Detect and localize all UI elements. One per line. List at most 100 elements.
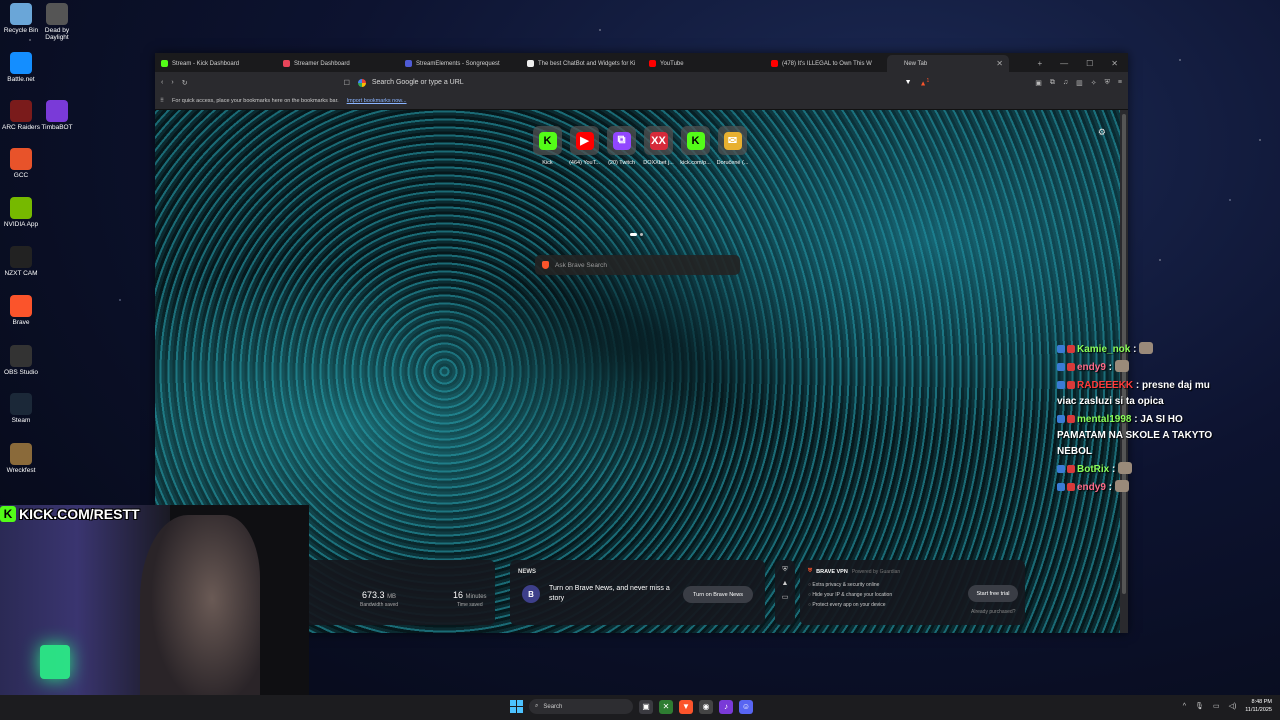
vpn-title: ⛨ BRAVE VPN Powered by Guardian (808, 568, 901, 575)
new-tab-icon[interactable]: + (1037, 59, 1042, 68)
news-widget: NEWS B Turn on Brave News, and never mis… (510, 560, 765, 625)
turn-on-news-button[interactable]: Turn on Brave News (683, 586, 753, 603)
chat-username: mental1998 (1077, 414, 1132, 425)
top-site-tile[interactable]: ▶ (464) YouT... (569, 126, 600, 166)
clock[interactable]: 8:48 PM 11/11/2025 (1245, 698, 1272, 714)
browser-tab[interactable]: The best ChatBot and Widgets for Ki (521, 55, 643, 72)
extensions-icon[interactable]: ⧉ (1050, 79, 1055, 87)
desktop-icon[interactable]: Battle.net (2, 52, 40, 83)
brave-search-box[interactable]: Ask Brave Search (535, 255, 740, 275)
tab-favicon-icon (283, 60, 290, 67)
top-site-label: (464) YouT... (569, 160, 600, 166)
window-controls: + — ☐ ✕ (1037, 55, 1128, 72)
tab-bar: Stream - Kick Dashboard Streamer Dashboar… (155, 53, 1128, 72)
webcam-overlay (0, 505, 309, 720)
close-tab-icon[interactable]: ✕ (996, 59, 1003, 68)
desktop-icon[interactable]: ARC Raiders (2, 100, 40, 131)
timbabot-taskbar-icon[interactable]: ♪ (719, 699, 733, 714)
desktop-icon[interactable]: NZXT CAM (2, 246, 40, 277)
browser-tab[interactable]: Streamer Dashboard (277, 55, 399, 72)
recycle-bin-icon (10, 3, 32, 25)
brave-shields-icon[interactable]: ▼ (905, 79, 912, 86)
desktop-icon[interactable]: Dead by Daylight (38, 3, 76, 41)
brave-taskbar-icon[interactable]: ▼ (679, 699, 693, 714)
chat-overlay: Kamie_nok : endy9 : RADEEEKK : presne da… (1057, 342, 1227, 498)
volume-icon[interactable]: ◁) (1229, 702, 1237, 710)
menu-icon[interactable]: ≡ (1118, 79, 1122, 86)
wallet-icon[interactable]: ▣ (1035, 79, 1042, 87)
browser-tab[interactable]: Stream - Kick Dashboard (155, 55, 277, 72)
already-purchased-link[interactable]: Already purchased? (971, 609, 1015, 615)
top-site-label: Doručené (... (716, 160, 749, 166)
minimize-icon[interactable]: — (1060, 59, 1068, 68)
desktop-icon[interactable]: Recycle Bin (2, 3, 40, 34)
sidebar-icon[interactable]: ▥ (1076, 79, 1083, 87)
top-site-tile[interactable]: XX DOXXbet j... (643, 126, 674, 166)
back-icon[interactable]: ‹ (161, 79, 163, 86)
talk-tab-icon[interactable]: ▭ (775, 593, 795, 601)
xbox-icon[interactable]: ✕ (659, 699, 673, 714)
close-window-icon[interactable]: ✕ (1111, 59, 1118, 68)
desktop-icon-label: OBS Studio (4, 369, 38, 376)
brave-rewards-icon[interactable]: ▲1 (920, 78, 930, 87)
maximize-icon[interactable]: ☐ (1086, 59, 1093, 68)
network-icon[interactable]: ▭ (1213, 702, 1220, 710)
discord-icon[interactable]: ☺ (739, 699, 753, 714)
tab-favicon-icon (771, 60, 778, 67)
vpn-widget: ⛨BRAVE VPNPowered by Guardian Extra priv… (800, 560, 1025, 625)
address-bar[interactable]: Search Google or type a URL (357, 75, 897, 90)
top-site-label: (20) Twitch (608, 160, 635, 166)
chat-username: endy9 (1077, 482, 1106, 493)
steam-icon (10, 393, 32, 415)
task-view-icon[interactable]: ▣ (639, 699, 653, 714)
tab-favicon-icon (161, 60, 168, 67)
browser-tab[interactable]: StreamElements - Songrequest (399, 55, 521, 72)
desktop-icon[interactable]: Steam (2, 393, 40, 424)
media-icon[interactable]: ♫ (1063, 79, 1068, 86)
start-free-trial-button[interactable]: Start free trial (968, 585, 1018, 602)
chat-message: Kamie_nok : (1057, 342, 1227, 358)
bookmark-icon[interactable]: ☐ (344, 79, 350, 87)
badge-icon (1067, 483, 1075, 491)
obs-taskbar-icon[interactable]: ◉ (699, 699, 713, 714)
tab-title: Stream - Kick Dashboard (172, 60, 240, 67)
tab-title: The best ChatBot and Widgets for Ki (538, 60, 636, 67)
vpn-icon[interactable]: ⛨ (1105, 79, 1110, 87)
browser-tab[interactable]: (478) It's ILLEGAL to Own This W (765, 55, 887, 72)
desktop-icon-label: Recycle Bin (3, 27, 39, 34)
forward-icon[interactable]: › (171, 79, 173, 86)
microphone-icon[interactable]: 🎙 (1195, 702, 1204, 710)
top-sites-pager[interactable] (630, 233, 643, 236)
desktop-icon[interactable]: GCC (2, 148, 40, 179)
desktop-icon[interactable]: NVIDIA App (2, 197, 40, 228)
import-bookmarks-link[interactable]: Import bookmarks now... (347, 98, 407, 104)
tab-favicon-icon (893, 60, 900, 67)
leo-icon[interactable]: ✧ (1091, 79, 1097, 87)
desktop-icon[interactable]: Brave (2, 295, 40, 326)
top-site-tile[interactable]: Kkick.com/p... (680, 126, 711, 166)
chat-emote (1114, 360, 1129, 372)
customize-icon[interactable]: ⚙ (1098, 127, 1106, 138)
windows-start-icon[interactable] (510, 700, 523, 713)
vpn-tab-icon[interactable]: ⛨ (775, 566, 795, 574)
badge-icon (1057, 363, 1065, 371)
badge-icon (1067, 465, 1075, 473)
chevron-up-icon[interactable]: ^ (1183, 703, 1186, 710)
desktop-icon[interactable]: OBS Studio (2, 345, 40, 376)
top-site-tile[interactable]: K Kick (533, 126, 562, 166)
desktop-icon-label: GCC (13, 172, 29, 179)
chat-username: endy9 (1077, 362, 1106, 373)
top-site-tile[interactable]: ⧉ (20) Twitch (607, 126, 636, 166)
desktop-icon-label: Brave (12, 319, 30, 326)
top-site-tile[interactable]: ✉ Doručené (... (716, 126, 749, 166)
browser-tab[interactable]: YouTube (643, 55, 765, 72)
rewards-tab-icon[interactable]: ▲ (775, 580, 795, 587)
reload-icon[interactable]: ↻ (182, 79, 188, 87)
top-site-label: kick.com/p... (680, 160, 711, 166)
chat-message: mental1998 : JA SI HO PAMATAM NA SKOLE A… (1057, 414, 1213, 457)
desktop-icon[interactable]: TimbaBOT (38, 100, 76, 131)
apps-icon[interactable]: ⠿ (160, 98, 164, 104)
taskbar-search[interactable]: ⌕ Search (529, 699, 633, 714)
browser-tab[interactable]: New Tab ✕ (887, 55, 1009, 72)
desktop-icon[interactable]: Wreckfest (2, 443, 40, 474)
